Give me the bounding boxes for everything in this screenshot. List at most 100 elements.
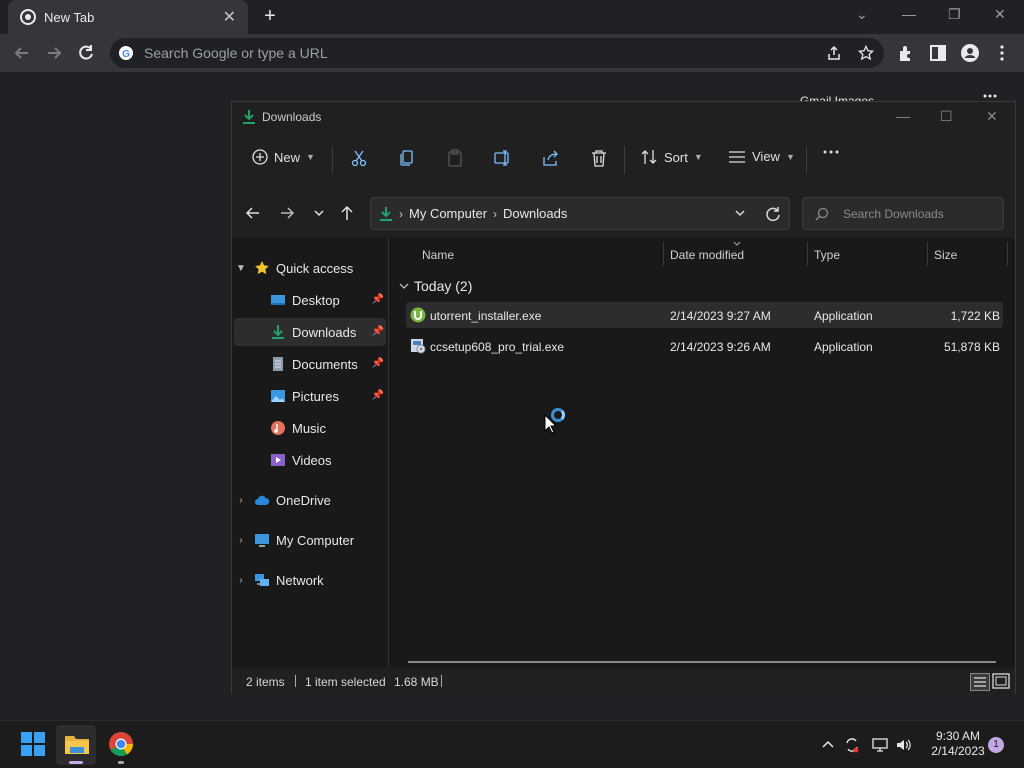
cut-icon[interactable] [350, 149, 368, 167]
pin-icon[interactable]: 📌 [372, 358, 384, 369]
tab-search-icon[interactable]: ⌄ [856, 6, 868, 23]
nav-my-computer[interactable]: › My Computer [234, 526, 386, 554]
chrome-taskbar-button[interactable] [108, 731, 134, 764]
forward-icon[interactable] [278, 204, 296, 222]
reload-icon[interactable] [76, 43, 96, 63]
divider[interactable] [1007, 242, 1008, 266]
close-icon[interactable]: ✕ [986, 108, 998, 125]
chevron-right-icon[interactable]: › [234, 575, 248, 586]
downloads-icon [380, 206, 392, 221]
windows-start-icon[interactable] [20, 731, 46, 757]
column-header-size[interactable]: Size [934, 248, 957, 262]
column-header-type[interactable]: Type [814, 248, 840, 262]
nav-onedrive[interactable]: › OneDrive [234, 486, 386, 514]
nav-pictures[interactable]: Pictures 📌 [234, 382, 386, 410]
forward-icon[interactable] [44, 43, 64, 63]
taskbar: 9:30 AM 2/14/2023 1 [0, 720, 1024, 768]
new-button[interactable]: New ▼ [252, 149, 315, 165]
sort-label: Sort [664, 149, 688, 165]
network-status-icon[interactable] [872, 737, 888, 753]
status-bar: 2 items 1 item selected 1.68 MB [232, 668, 1015, 694]
profile-avatar-icon[interactable] [960, 43, 980, 63]
file-explorer-taskbar-button[interactable] [56, 725, 96, 765]
system-clock[interactable]: 9:30 AM 2/14/2023 [920, 729, 996, 759]
nav-quick-access[interactable]: ▼ Quick access [234, 254, 386, 282]
nav-label: Pictures [292, 388, 339, 404]
chrome-toolbar: G Search Google or type a URL [0, 34, 1024, 72]
side-panel-icon[interactable] [928, 43, 948, 63]
address-history-chevron-icon[interactable] [733, 206, 747, 220]
chevron-down-icon: ▼ [785, 151, 795, 162]
nav-label: Network [276, 572, 324, 588]
pin-icon[interactable]: 📌 [372, 326, 384, 337]
omnibox[interactable]: G Search Google or type a URL [110, 38, 884, 68]
breadcrumb-my-computer[interactable]: My Computer [409, 206, 487, 221]
address-bar[interactable]: › My Computer › Downloads [370, 197, 790, 230]
minimize-icon[interactable]: — [896, 108, 910, 124]
column-header-name[interactable]: Name [422, 248, 454, 262]
busy-spinner-icon [551, 408, 565, 422]
divider[interactable] [927, 242, 928, 266]
search-placeholder: Search Downloads [843, 206, 944, 221]
back-icon[interactable] [244, 204, 262, 222]
refresh-icon[interactable] [765, 206, 781, 222]
see-more-button[interactable] [822, 149, 840, 155]
show-hidden-icons-chevron-icon[interactable] [820, 737, 836, 753]
desktop-icon [271, 295, 285, 305]
share-icon[interactable] [542, 149, 560, 167]
divider[interactable] [663, 242, 664, 266]
tiles-view-icon[interactable] [992, 673, 1010, 689]
share-icon[interactable] [826, 45, 842, 61]
file-date: 2/14/2023 9:26 AM [670, 340, 771, 354]
column-header-date[interactable]: Date modified [670, 248, 744, 262]
maximize-icon[interactable]: ☐ [940, 108, 953, 125]
view-button[interactable]: View ▼ [728, 149, 795, 164]
chevron-down-icon[interactable]: ▼ [234, 263, 248, 274]
pin-icon[interactable]: 📌 [372, 390, 384, 401]
file-row[interactable]: ccsetup608_pro_trial.exe 2/14/2023 9:26 … [406, 333, 1003, 359]
horizontal-scrollbar[interactable] [408, 661, 996, 663]
pin-icon[interactable]: 📌 [372, 294, 384, 305]
chevron-right-icon[interactable]: › [234, 495, 248, 506]
videos-icon [271, 454, 285, 466]
menu-kebab-icon[interactable] [992, 43, 1012, 63]
recent-locations-chevron-icon[interactable] [310, 204, 328, 222]
chevron-right-icon[interactable]: › [234, 535, 248, 546]
sort-button[interactable]: Sort ▼ [640, 149, 703, 165]
file-size: 1,722 KB [950, 309, 1000, 323]
nav-label: Downloads [292, 324, 357, 340]
extensions-icon[interactable] [896, 43, 916, 63]
nav-music[interactable]: Music [234, 414, 386, 442]
nav-documents[interactable]: Documents 📌 [234, 350, 386, 378]
notification-badge[interactable]: 1 [988, 737, 1004, 753]
nav-label: Music [292, 420, 326, 436]
tab-new-tab[interactable]: New Tab ✕ [8, 0, 248, 34]
group-header-today[interactable]: Today (2) [398, 278, 472, 294]
nav-downloads[interactable]: Downloads 📌 [234, 318, 386, 346]
up-arrow-icon[interactable] [338, 204, 356, 222]
close-window-icon[interactable]: ✕ [994, 6, 1006, 23]
bookmark-star-icon[interactable] [858, 45, 874, 61]
sync-icon[interactable] [844, 737, 860, 753]
delete-trash-icon[interactable] [590, 149, 608, 167]
minimize-icon[interactable]: — [902, 6, 916, 22]
ccleaner-installer-icon [411, 339, 426, 354]
nav-videos[interactable]: Videos [234, 446, 386, 474]
divider[interactable] [807, 242, 808, 266]
search-downloads-input[interactable]: Search Downloads [802, 197, 1004, 230]
nav-desktop[interactable]: Desktop 📌 [234, 286, 386, 314]
paste-icon[interactable] [446, 149, 464, 167]
new-tab-button[interactable]: + [258, 6, 282, 28]
volume-icon[interactable] [896, 737, 912, 753]
details-view-icon[interactable] [970, 673, 990, 691]
nav-network[interactable]: › Network [234, 566, 386, 594]
restore-icon[interactable]: ❐ [948, 6, 961, 23]
back-icon[interactable] [12, 43, 32, 63]
close-tab-icon[interactable]: ✕ [223, 7, 236, 27]
copy-icon[interactable] [398, 149, 416, 167]
nav-label: Videos [292, 452, 332, 468]
breadcrumb-downloads[interactable]: Downloads [503, 206, 567, 221]
file-row[interactable]: utorrent_installer.exe 2/14/2023 9:27 AM… [406, 302, 1003, 328]
cloud-icon [255, 495, 270, 505]
rename-icon[interactable] [494, 149, 512, 167]
